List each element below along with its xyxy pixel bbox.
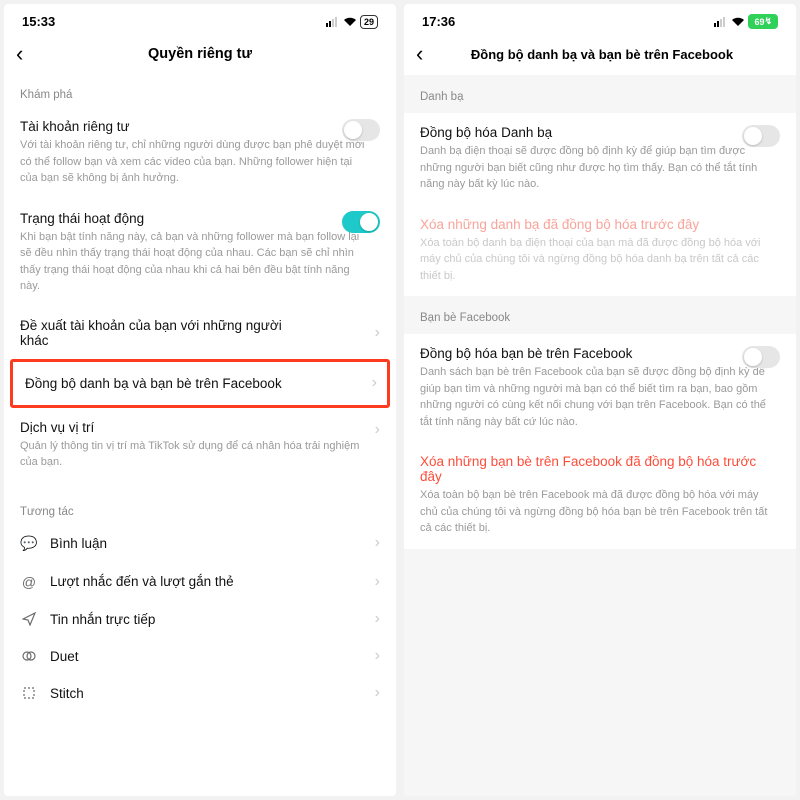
private-account-row: Tài khoản riêng tư Với tài khoản riêng t… — [4, 107, 396, 199]
chevron-right-icon: › — [375, 534, 380, 552]
comments-label: Bình luận — [50, 536, 107, 551]
activity-status-toggle[interactable] — [342, 211, 380, 233]
privacy-settings-screen: 15:33 29 ‹ Quyền riêng tư Khám phá Tài k… — [4, 4, 396, 796]
location-desc: Quản lý thông tin vị trí mà TikTok sử dụ… — [20, 438, 380, 471]
nav-header: ‹ Quyền riêng tư — [4, 33, 396, 75]
empty-area — [404, 549, 796, 797]
chevron-right-icon: › — [375, 610, 380, 628]
section-fb-friends: Bạn bè Facebook — [404, 296, 796, 334]
dm-label: Tin nhắn trực tiếp — [50, 612, 155, 627]
remove-contacts-label: Xóa những danh bạ đã đồng bộ hóa trước đ… — [420, 217, 780, 232]
dm-row[interactable]: Tin nhắn trực tiếp › — [4, 601, 396, 638]
remove-fb-row[interactable]: Xóa những bạn bè trên Facebook đã đồng b… — [404, 442, 796, 549]
activity-status-row: Trạng thái hoạt động Khi bạn bật tính nă… — [4, 199, 396, 307]
sync-fb-label: Đồng bộ hóa bạn bè trên Facebook — [420, 346, 780, 361]
page-title: Đồng bộ danh bạ và bạn bè trên Facebook — [442, 47, 784, 62]
time: 17:36 — [422, 14, 455, 29]
sync-settings-screen: 17:36 69↯ ‹ Đồng bộ danh bạ và bạn bè tr… — [404, 4, 796, 796]
duet-icon — [20, 649, 38, 663]
sync-contacts-label: Đồng bộ hóa Danh bạ — [420, 125, 780, 140]
chevron-right-icon: › — [375, 647, 380, 665]
page-title: Quyền riêng tư — [42, 46, 384, 62]
remove-contacts-desc: Xóa toàn bộ danh bạ điện thoại của bạn m… — [420, 235, 780, 285]
chevron-right-icon: › — [375, 421, 380, 439]
activity-status-label: Trạng thái hoạt động — [20, 211, 380, 226]
chevron-right-icon: › — [375, 684, 380, 702]
sync-contacts-toggle[interactable] — [742, 125, 780, 147]
section-interact: Tương tác — [4, 482, 396, 524]
section-contacts: Danh bạ — [404, 75, 796, 113]
comment-icon: 💬 — [20, 535, 38, 552]
duet-label: Duet — [50, 649, 79, 664]
back-icon[interactable]: ‹ — [16, 41, 42, 67]
send-icon — [20, 612, 38, 626]
private-account-desc: Với tài khoản riêng tư, chỉ những người … — [20, 137, 380, 187]
status-bar: 15:33 29 — [4, 4, 396, 33]
comments-row[interactable]: 💬 Bình luận › — [4, 524, 396, 563]
at-icon: @ — [20, 574, 38, 590]
chevron-right-icon: › — [375, 573, 380, 591]
sync-contacts-desc: Danh bạ điện thoại sẽ được đồng bộ định … — [420, 143, 780, 193]
remove-fb-label: Xóa những bạn bè trên Facebook đã đồng b… — [420, 454, 780, 484]
sync-fb-toggle[interactable] — [742, 346, 780, 368]
sync-contacts-highlight: Đồng bộ danh bạ và bạn bè trên Facebook … — [10, 359, 390, 408]
sync-fb-desc: Danh sách bạn bè trên Facebook của bạn s… — [420, 364, 780, 430]
suggest-account-row[interactable]: Đề xuất tài khoản của bạn với những ngườ… — [4, 307, 396, 359]
section-discover: Khám phá — [4, 75, 396, 107]
chevron-right-icon: › — [372, 374, 377, 392]
duet-row[interactable]: Duet › — [4, 638, 396, 675]
signal-icon — [326, 17, 340, 27]
wifi-icon — [343, 17, 357, 27]
nav-header: ‹ Đồng bộ danh bạ và bạn bè trên Faceboo… — [404, 33, 796, 75]
wifi-icon — [731, 17, 745, 27]
sync-contacts-label: Đồng bộ danh bạ và bạn bè trên Facebook — [25, 376, 282, 391]
remove-contacts-row[interactable]: Xóa những danh bạ đã đồng bộ hóa trước đ… — [404, 205, 796, 297]
mentions-row[interactable]: @ Lượt nhắc đến và lượt gắn thẻ › — [4, 563, 396, 601]
private-account-toggle[interactable] — [342, 119, 380, 141]
mentions-label: Lượt nhắc đến và lượt gắn thẻ — [50, 574, 234, 589]
sync-fb-row: Đồng bộ hóa bạn bè trên Facebook Danh sá… — [404, 334, 796, 442]
time: 15:33 — [22, 14, 55, 29]
private-account-label: Tài khoản riêng tư — [20, 119, 380, 134]
battery-icon: 69↯ — [748, 14, 778, 29]
chevron-right-icon: › — [375, 324, 380, 342]
location-row[interactable]: Dịch vụ vị trí › Quản lý thông tin vị tr… — [4, 408, 396, 482]
stitch-label: Stitch — [50, 686, 84, 701]
suggest-account-label: Đề xuất tài khoản của bạn với những ngườ… — [20, 318, 300, 348]
status-icons: 29 — [326, 15, 378, 29]
location-label: Dịch vụ vị trí — [20, 420, 94, 435]
battery-icon: 29 — [360, 15, 378, 29]
back-icon[interactable]: ‹ — [416, 41, 442, 67]
remove-fb-desc: Xóa toàn bộ bạn bè trên Facebook mà đã đ… — [420, 487, 780, 537]
sync-contacts-row[interactable]: Đồng bộ danh bạ và bạn bè trên Facebook … — [13, 362, 387, 405]
sync-contacts-row: Đồng bộ hóa Danh bạ Danh bạ điện thoại s… — [404, 113, 796, 205]
stitch-row[interactable]: Stitch › — [4, 675, 396, 712]
status-bar: 17:36 69↯ — [404, 4, 796, 33]
signal-icon — [714, 17, 728, 27]
status-icons: 69↯ — [714, 14, 778, 29]
activity-status-desc: Khi bạn bật tính năng này, cả bạn và nhữ… — [20, 229, 380, 295]
stitch-icon — [20, 686, 38, 700]
